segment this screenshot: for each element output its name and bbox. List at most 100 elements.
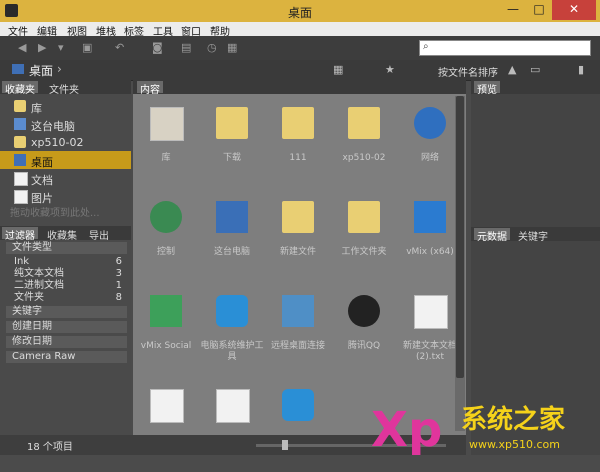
title-bar: 桌面 — □ ✕ bbox=[0, 0, 600, 22]
breadcrumb[interactable]: 桌面 bbox=[29, 62, 53, 79]
left-panel-tabs: 收藏夹 文件夹 bbox=[0, 80, 131, 96]
tab-export[interactable]: 导出 bbox=[86, 227, 112, 242]
content-item[interactable]: 远程桌面连接 bbox=[265, 284, 331, 378]
left-panel: 收藏夹 文件夹 库 这台电脑 xp510-02 桌面 文档 图片 拖动收藏项到此… bbox=[0, 80, 131, 455]
camera-icon[interactable]: ◙ bbox=[152, 41, 163, 55]
folder-icon bbox=[216, 107, 248, 139]
filter-row[interactable]: Ink 6 bbox=[14, 256, 122, 267]
item-count: 18 个项目 bbox=[27, 442, 73, 453]
svg-text:Xp: Xp bbox=[371, 402, 442, 455]
filter-created-header[interactable]: 创建日期 bbox=[6, 321, 127, 333]
item-label: 111 bbox=[289, 153, 307, 163]
close-button[interactable]: ✕ bbox=[552, 0, 596, 20]
content-item[interactable] bbox=[199, 378, 265, 472]
favorite-desktop[interactable]: 桌面 bbox=[0, 151, 131, 169]
minimize-button[interactable]: — bbox=[500, 0, 526, 20]
document-icon bbox=[216, 389, 250, 423]
item-label: 远程桌面连接 bbox=[270, 341, 325, 351]
content-item[interactable]: 下载 bbox=[199, 96, 265, 190]
sort-direction-icon[interactable]: ▲ bbox=[508, 63, 516, 76]
item-label: xp510-02 bbox=[342, 153, 386, 163]
filter-row[interactable]: 二进制文档 1 bbox=[14, 280, 122, 291]
slider-knob[interactable] bbox=[282, 440, 288, 450]
content-item[interactable]: 电脑系统维护工具 bbox=[199, 284, 265, 378]
favorite-label: 桌面 bbox=[31, 156, 53, 169]
item-label: 新建文件 bbox=[279, 247, 316, 257]
app-icon bbox=[414, 201, 446, 233]
dropdown-icon[interactable]: ▾ bbox=[58, 41, 64, 55]
favorites-hint: 拖动收藏项到此处... bbox=[10, 208, 100, 219]
content-item[interactable]: 工作文件夹 bbox=[331, 190, 397, 284]
filter-row-label: 文件夹 bbox=[14, 292, 44, 303]
breadcrumb-chevron[interactable]: › bbox=[57, 62, 62, 76]
tab-folders[interactable]: 文件夹 bbox=[46, 81, 82, 96]
preview-tabs: 预览 bbox=[471, 80, 600, 96]
path-bar: 桌面 › ▦ ★ 按文件名排序 ▲ ▭ ▮ bbox=[0, 60, 600, 81]
content-item[interactable]: 这台电脑 bbox=[199, 190, 265, 284]
content-item[interactable]: vMix (x64) bbox=[397, 190, 463, 284]
search-input[interactable]: ⌕ bbox=[419, 40, 591, 56]
tab-keywords[interactable]: 关键字 bbox=[515, 228, 551, 243]
open-recent-icon[interactable]: ◷ bbox=[207, 41, 217, 55]
favorite-pictures[interactable]: 图片 bbox=[0, 187, 131, 205]
filter-keywords-header[interactable]: 关键字 bbox=[6, 306, 127, 318]
favorite-this-pc[interactable]: 这台电脑 bbox=[0, 115, 131, 133]
filter-file-type-header[interactable]: 文件类型 bbox=[6, 242, 127, 254]
recent-folder-icon[interactable]: ▣ bbox=[82, 41, 92, 55]
content-item[interactable]: 新建文本文档 (2).txt bbox=[397, 284, 463, 378]
refine-icon[interactable]: ▤ bbox=[181, 41, 191, 55]
tab-collections[interactable]: 收藏集 bbox=[44, 227, 80, 242]
filter-row-label: 二进制文档 bbox=[14, 280, 64, 291]
tab-metadata[interactable]: 元数据 bbox=[474, 228, 510, 243]
folder-icon bbox=[348, 107, 380, 139]
item-label: 新建文本文档 (2).txt bbox=[402, 341, 457, 362]
content-item[interactable]: 控制 bbox=[133, 190, 199, 284]
folder-icon bbox=[282, 107, 314, 139]
content-item[interactable]: 111 bbox=[265, 96, 331, 190]
computer-icon bbox=[216, 201, 248, 233]
sort-dropdown[interactable]: 按文件名排序 bbox=[438, 64, 498, 79]
content-item[interactable]: 库 bbox=[133, 96, 199, 190]
computer-icon bbox=[14, 118, 26, 130]
item-label: 网络 bbox=[420, 153, 439, 163]
content-tabs: 内容 bbox=[133, 80, 466, 96]
tab-content[interactable]: 内容 bbox=[137, 81, 163, 96]
item-label: 这台电脑 bbox=[213, 247, 250, 257]
back-icon[interactable]: ◀ bbox=[18, 41, 26, 55]
maximize-button[interactable]: □ bbox=[526, 0, 552, 20]
delete-icon[interactable]: ▮ bbox=[578, 63, 584, 76]
output-icon[interactable]: ▦ bbox=[227, 41, 237, 55]
item-label: vMix (x64) bbox=[406, 247, 454, 257]
content-item[interactable]: 腾讯QQ bbox=[331, 284, 397, 378]
app-icon bbox=[150, 295, 182, 327]
content-item[interactable]: 网络 bbox=[397, 96, 463, 190]
content-item[interactable]: 新建文件 bbox=[265, 190, 331, 284]
filter-camera-raw-header[interactable]: Camera Raw bbox=[6, 351, 127, 363]
favorite-documents[interactable]: 文档 bbox=[0, 169, 131, 187]
return-icon[interactable]: ↶ bbox=[115, 41, 124, 55]
item-label: 电脑系统维护工具 bbox=[200, 341, 264, 362]
filter-row-label: Ink bbox=[14, 256, 30, 267]
star-icon[interactable]: ★ bbox=[385, 63, 395, 76]
folder-icon bbox=[14, 100, 26, 112]
forward-icon[interactable]: ▶ bbox=[38, 41, 46, 55]
tab-filter[interactable]: 过滤器 bbox=[2, 227, 38, 242]
new-folder-icon[interactable]: ▭ bbox=[530, 63, 540, 76]
document-icon bbox=[150, 389, 184, 423]
content-scrollbar[interactable] bbox=[455, 96, 465, 431]
filter-row-label: 纯文本文档 bbox=[14, 268, 64, 279]
filter-modified-header[interactable]: 修改日期 bbox=[6, 336, 127, 348]
filter-row[interactable]: 纯文本文档 3 bbox=[14, 268, 122, 279]
favorite-label: 文档 bbox=[31, 174, 53, 187]
favorite-user[interactable]: xp510-02 bbox=[0, 133, 131, 151]
view-mode-icon[interactable]: ▦ bbox=[333, 63, 343, 76]
tab-favorites[interactable]: 收藏夹 bbox=[2, 81, 38, 96]
scrollbar-thumb[interactable] bbox=[456, 96, 464, 378]
content-item[interactable]: xp510-02 bbox=[331, 96, 397, 190]
favorite-library[interactable]: 库 bbox=[0, 97, 131, 115]
content-item[interactable] bbox=[133, 378, 199, 472]
filter-row[interactable]: 文件夹 8 bbox=[14, 292, 122, 303]
content-item[interactable]: vMix Social bbox=[133, 284, 199, 378]
content-item[interactable] bbox=[265, 378, 331, 472]
tab-preview[interactable]: 预览 bbox=[474, 81, 500, 96]
